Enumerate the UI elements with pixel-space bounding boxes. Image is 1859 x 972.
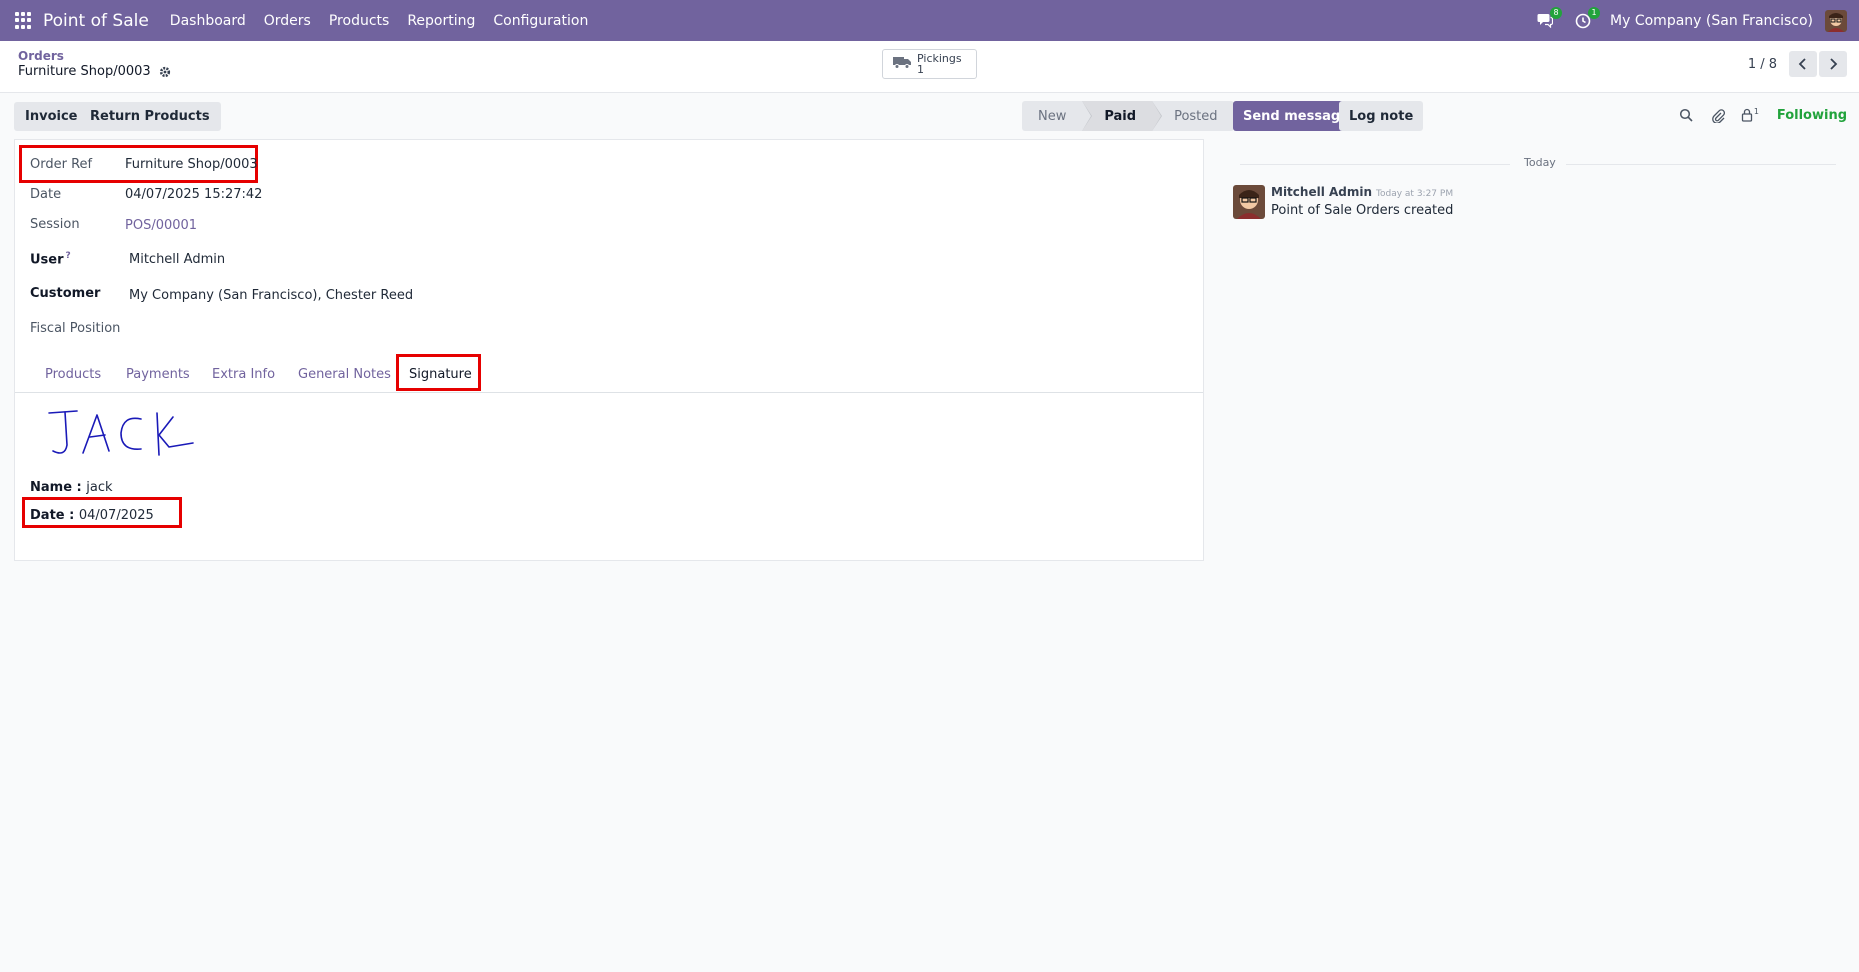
- separator-right: [1566, 164, 1836, 165]
- date-label: Date: [30, 187, 62, 202]
- pickings-smart-button[interactable]: Pickings 1: [882, 49, 977, 79]
- gear-icon[interactable]: [159, 66, 171, 78]
- user-label: User?: [30, 251, 71, 267]
- user-help-icon[interactable]: ?: [66, 251, 71, 261]
- pager: 1 / 8: [1748, 51, 1847, 77]
- signature-date-label: Date :: [30, 508, 75, 523]
- paperclip-icon[interactable]: [1709, 106, 1727, 124]
- search-icon[interactable]: [1677, 106, 1695, 124]
- messages-badge: 8: [1550, 6, 1563, 19]
- record-title: Furniture Shop/0003: [18, 64, 151, 79]
- tab-payments[interactable]: Payments: [126, 367, 190, 382]
- main-menu: Dashboard Orders Products Reporting Conf…: [161, 13, 598, 29]
- followers-lock-icon[interactable]: 1: [1741, 106, 1767, 124]
- log-note-button[interactable]: Log note: [1339, 101, 1424, 131]
- systray: 8 1 My Company (San Francisco): [1534, 0, 1859, 41]
- pickings-count: 1: [917, 63, 924, 76]
- user-field[interactable]: Mitchell Admin: [129, 252, 225, 267]
- invoice-button[interactable]: Invoice: [14, 102, 89, 131]
- chatter-tools: 1 Following: [1667, 106, 1847, 124]
- messages-icon[interactable]: 8: [1534, 6, 1563, 32]
- stage-paid[interactable]: Paid: [1082, 101, 1163, 131]
- highlight-signature-tab: [396, 354, 481, 391]
- status-bar: New Paid Posted: [1022, 101, 1234, 131]
- stage-posted-label: Posted: [1174, 108, 1218, 124]
- menu-configuration[interactable]: Configuration: [484, 13, 597, 29]
- customer-field[interactable]: My Company (San Francisco), Chester Reed: [129, 288, 413, 303]
- signature-name-value: jack: [86, 480, 113, 495]
- stage-new[interactable]: New: [1022, 101, 1093, 131]
- breadcrumb-current: Furniture Shop/0003: [18, 64, 171, 79]
- return-products-button[interactable]: Return Products: [79, 102, 221, 131]
- truck-icon: [893, 55, 911, 73]
- user-avatar[interactable]: [1825, 9, 1847, 32]
- message-body: Point of Sale Orders created: [1271, 203, 1454, 218]
- notebook-tabs: Products Payments Extra Info General Not…: [15, 355, 1203, 393]
- signature-name-row: Name : jack: [30, 480, 113, 495]
- menu-orders[interactable]: Orders: [255, 13, 320, 29]
- activities-clock-icon[interactable]: 1: [1572, 6, 1601, 32]
- stage-new-label: New: [1038, 108, 1067, 124]
- order-ref-label: Order Ref: [30, 157, 93, 172]
- date-value: 04/07/2025 15:27:42: [125, 187, 263, 202]
- top-navbar: Point of Sale Dashboard Orders Products …: [0, 0, 1859, 41]
- apps-menu-icon[interactable]: [15, 11, 33, 30]
- stage-paid-label: Paid: [1104, 108, 1137, 124]
- tab-extra-info[interactable]: Extra Info: [212, 367, 275, 382]
- pager-value[interactable]: 1 / 8: [1748, 57, 1777, 72]
- stage-posted[interactable]: Posted: [1152, 101, 1234, 131]
- message-author-name[interactable]: Mitchell Admin: [1271, 185, 1372, 199]
- signature-name-label: Name :: [30, 480, 82, 495]
- following-button[interactable]: Following: [1777, 108, 1847, 123]
- menu-products[interactable]: Products: [320, 13, 398, 29]
- tab-general-notes[interactable]: General Notes: [298, 367, 391, 382]
- pager-previous-button[interactable]: [1789, 51, 1817, 77]
- tab-products[interactable]: Products: [45, 367, 101, 382]
- control-panel: Orders Furniture Shop/0003 Pickings 1 1 …: [0, 41, 1859, 93]
- user-label-text: User: [30, 252, 64, 268]
- session-label: Session: [30, 217, 80, 232]
- order-ref-value: Furniture Shop/0003: [125, 157, 258, 172]
- customer-label: Customer: [30, 286, 101, 301]
- pager-next-button[interactable]: [1819, 51, 1847, 77]
- followers-count: 1: [1753, 106, 1759, 116]
- signature-date-value: 04/07/2025: [78, 508, 154, 523]
- breadcrumb-orders[interactable]: Orders: [18, 49, 64, 63]
- date-separator: Today: [1524, 156, 1556, 169]
- menu-dashboard[interactable]: Dashboard: [161, 13, 255, 29]
- message-author: Mitchell Admin Today at 3:27 PM: [1271, 185, 1453, 199]
- form-sheet: Order Ref Furniture Shop/0003 Date 04/07…: [14, 139, 1204, 561]
- fiscal-position-label: Fiscal Position: [30, 321, 121, 336]
- signature-date-row: Date : 04/07/2025: [30, 508, 154, 523]
- message-author-avatar[interactable]: [1233, 185, 1265, 219]
- separator-left: [1240, 164, 1510, 165]
- message-time: Today at 3:27 PM: [1376, 189, 1454, 199]
- activities-badge: 1: [1588, 6, 1601, 19]
- session-link[interactable]: POS/00001: [125, 218, 197, 233]
- signature-image: [48, 410, 194, 456]
- company-switcher[interactable]: My Company (San Francisco): [1610, 13, 1813, 29]
- app-title[interactable]: Point of Sale: [43, 11, 149, 31]
- menu-reporting[interactable]: Reporting: [398, 13, 484, 29]
